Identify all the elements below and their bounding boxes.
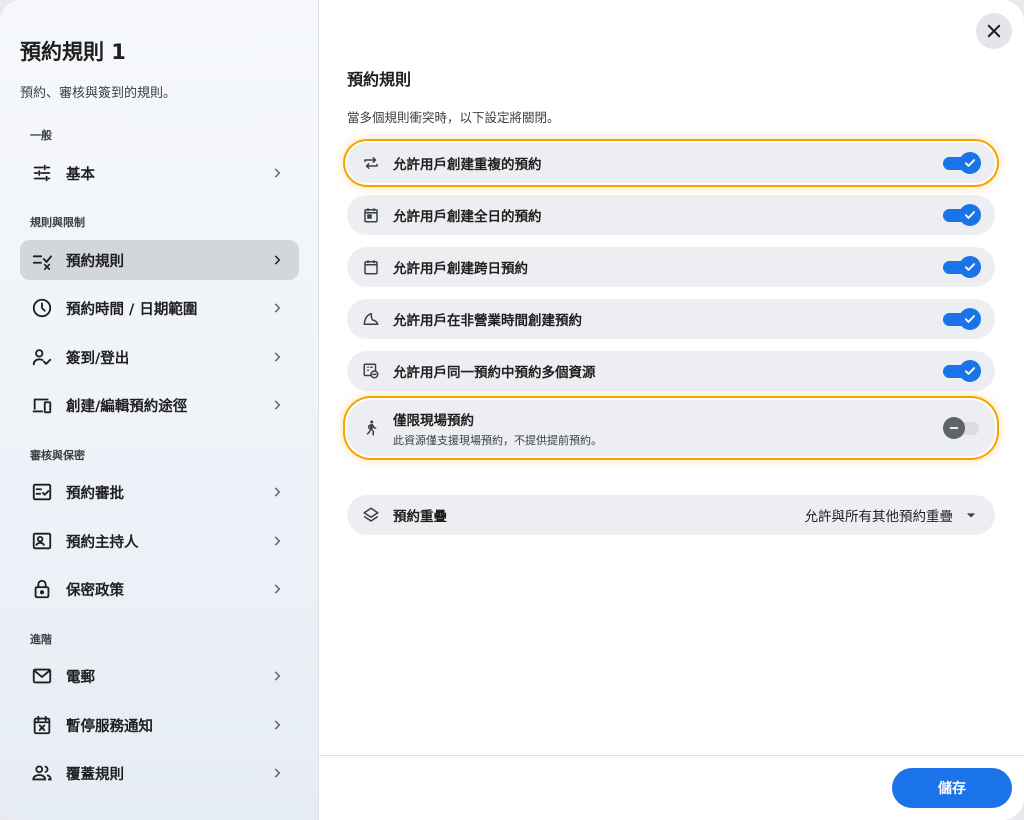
rule-label: 允許用戶創建重複的預約 bbox=[393, 157, 542, 173]
sidebar-item-suspension-notice[interactable]: 暫停服務通知 bbox=[20, 705, 299, 745]
approval-list-icon bbox=[30, 480, 54, 504]
main-panel: 預約規則 當多個規則衝突時，以下設定將關閉。 允許用戶創建重複的預約 允許用戶創… bbox=[319, 0, 1024, 820]
rules-dialog: 預約規則 1 預約、審核與簽到的規則。 一般 基本 規則與限制 預約規則 預約時… bbox=[0, 0, 1024, 820]
overlap-label: 預約重疊 bbox=[393, 509, 447, 525]
rule-row-multi-resource: 允許用戶同一預約中預約多個資源 bbox=[347, 351, 995, 391]
person-check-icon bbox=[30, 345, 54, 369]
rule-row-walk-in-only: 僅限現場預約 此資源僅支援現場預約，不提供提前預約。 bbox=[347, 400, 995, 456]
rule-label: 僅限現場預約 bbox=[393, 412, 474, 429]
chevron-right-icon bbox=[267, 395, 287, 415]
sidebar-item-email[interactable]: 電郵 bbox=[20, 656, 299, 696]
rule-toggle[interactable] bbox=[943, 307, 981, 331]
sidebar-item-booking-channels[interactable]: 創建/編輯預約途徑 bbox=[20, 385, 299, 425]
overlap-value: 允許與所有其他預約重疊 bbox=[804, 509, 954, 525]
sidebar-item-label: 預約規則 bbox=[66, 253, 124, 270]
rule-toggle[interactable] bbox=[943, 255, 981, 279]
rule-label: 允許用戶創建全日的預約 bbox=[393, 209, 542, 225]
multi-resource-icon bbox=[361, 361, 381, 381]
sidebar-item-basic[interactable]: 基本 bbox=[20, 153, 299, 193]
chevron-right-icon bbox=[267, 579, 287, 599]
sidebar-item-checkin[interactable]: 簽到/登出 bbox=[20, 337, 299, 377]
devices-icon bbox=[30, 393, 54, 417]
chevron-right-icon bbox=[267, 531, 287, 551]
rule-toggle[interactable] bbox=[943, 359, 981, 383]
rule-row-multi-day: 允許用戶創建跨日預約 bbox=[347, 247, 995, 287]
rule-row-recurring: 允許用戶創建重複的預約 bbox=[347, 143, 995, 183]
sidebar-item-time-range[interactable]: 預約時間 / 日期範圍 bbox=[20, 288, 299, 328]
check-icon bbox=[964, 367, 976, 375]
save-button[interactable]: 儲存 bbox=[892, 768, 1012, 808]
close-button[interactable] bbox=[976, 13, 1012, 49]
sidebar-item-label: 預約主持人 bbox=[66, 534, 139, 551]
sidebar-item-label: 基本 bbox=[66, 166, 95, 183]
walk-icon bbox=[361, 418, 381, 438]
rule-checklist-icon bbox=[30, 248, 54, 272]
sidebar: 預約規則 1 預約、審核與簽到的規則。 一般 基本 規則與限制 預約規則 預約時… bbox=[0, 0, 319, 820]
section-general: 一般 bbox=[30, 129, 52, 142]
repeat-icon bbox=[361, 153, 381, 173]
chevron-right-icon bbox=[267, 666, 287, 686]
chevron-right-icon bbox=[267, 163, 287, 183]
chevron-right-icon bbox=[267, 250, 287, 270]
sidebar-item-label: 電郵 bbox=[66, 669, 95, 686]
rule-label: 允許用戶創建跨日預約 bbox=[393, 261, 528, 277]
rule-label: 允許用戶在非營業時間創建預約 bbox=[393, 313, 582, 329]
sidebar-item-booking-rules[interactable]: 預約規則 bbox=[20, 240, 299, 280]
minus-icon bbox=[949, 427, 959, 429]
moon-icon bbox=[361, 309, 381, 329]
sidebar-item-approval[interactable]: 預約審批 bbox=[20, 472, 299, 512]
check-icon bbox=[964, 211, 976, 219]
check-icon bbox=[964, 315, 976, 323]
rule-sublabel: 此資源僅支援現場預約，不提供提前預約。 bbox=[393, 433, 602, 447]
footer-divider bbox=[319, 755, 1024, 756]
rule-toggle[interactable] bbox=[943, 151, 981, 175]
rule-row-after-hours: 允許用戶在非營業時間創建預約 bbox=[347, 299, 995, 339]
check-icon bbox=[964, 263, 976, 271]
chevron-right-icon bbox=[267, 298, 287, 318]
sidebar-item-label: 預約審批 bbox=[66, 485, 124, 502]
overlap-select[interactable]: 預約重疊 允許與所有其他預約重疊 bbox=[347, 495, 995, 535]
tune-icon bbox=[30, 161, 54, 185]
chevron-right-icon bbox=[267, 482, 287, 502]
sidebar-item-host[interactable]: 預約主持人 bbox=[20, 521, 299, 561]
rule-label: 允許用戶同一預約中預約多個資源 bbox=[393, 365, 596, 381]
section-review: 審核與保密 bbox=[30, 449, 85, 462]
sidebar-item-label: 創建/編輯預約途徑 bbox=[66, 398, 188, 415]
host-badge-icon bbox=[30, 529, 54, 553]
page-description: 當多個規則衝突時，以下設定將關閉。 bbox=[347, 110, 560, 125]
rule-row-all-day: 允許用戶創建全日的預約 bbox=[347, 195, 995, 235]
sidebar-item-label: 保密政策 bbox=[66, 582, 124, 599]
rule-toggle[interactable] bbox=[943, 203, 981, 227]
chevron-right-icon bbox=[267, 763, 287, 783]
sidebar-subtitle: 預約、審核與簽到的規則。 bbox=[20, 86, 177, 101]
check-icon bbox=[964, 159, 976, 167]
calendar-icon bbox=[361, 257, 381, 277]
calendar-day-icon bbox=[361, 205, 381, 225]
page-title: 預約規則 bbox=[347, 70, 412, 89]
dropdown-arrow-icon bbox=[961, 505, 981, 525]
mail-icon bbox=[30, 664, 54, 688]
section-advanced: 進階 bbox=[30, 633, 52, 646]
chevron-right-icon bbox=[267, 347, 287, 367]
clock-icon bbox=[30, 296, 54, 320]
section-rules: 規則與限制 bbox=[30, 216, 85, 229]
sidebar-item-privacy[interactable]: 保密政策 bbox=[20, 569, 299, 609]
sidebar-item-override-rules[interactable]: 覆蓋規則 bbox=[20, 753, 299, 793]
sidebar-item-label: 暫停服務通知 bbox=[66, 718, 153, 735]
rule-toggle[interactable] bbox=[943, 416, 981, 440]
sidebar-title: 預約規則 1 bbox=[20, 40, 126, 64]
chevron-right-icon bbox=[267, 715, 287, 735]
group-icon bbox=[30, 761, 54, 785]
layers-icon bbox=[361, 505, 381, 525]
close-icon bbox=[987, 24, 1001, 38]
sidebar-item-label: 覆蓋規則 bbox=[66, 766, 124, 783]
calendar-x-icon bbox=[30, 713, 54, 737]
lock-icon bbox=[30, 577, 54, 601]
sidebar-item-label: 預約時間 / 日期範圍 bbox=[66, 301, 198, 318]
sidebar-item-label: 簽到/登出 bbox=[66, 350, 130, 367]
